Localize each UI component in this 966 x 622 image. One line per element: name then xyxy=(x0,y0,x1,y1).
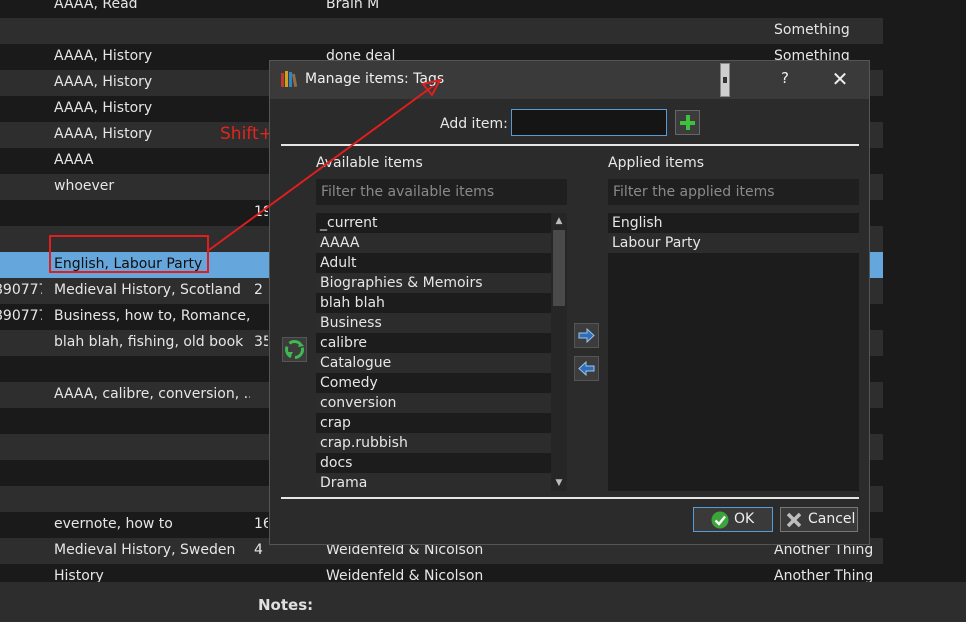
scroll-down-icon[interactable]: ▼ xyxy=(551,475,567,491)
row-tags-cell: AAAA, History xyxy=(54,74,153,90)
manage-tags-dialog: Manage items: Tags ? ✕ Add item: Availab… xyxy=(269,60,870,545)
available-list-item[interactable]: crap xyxy=(316,413,551,433)
row-tags-cell: Medieval History, Sweden xyxy=(54,542,236,558)
row-tags-cell: Business, how to, Romance,... xyxy=(54,308,250,324)
row-series-cell: Something xyxy=(774,22,850,38)
ok-button[interactable]: OK xyxy=(693,507,773,532)
checkmark-icon xyxy=(711,511,729,529)
available-list-item[interactable]: AAAA xyxy=(316,233,551,253)
table-row[interactable]: Something xyxy=(0,18,883,44)
row-id-cell: 890777 xyxy=(0,282,42,298)
row-tags-cell: evernote, how to xyxy=(54,516,173,532)
available-list-item[interactable]: calibre xyxy=(316,333,551,353)
available-items-scrollbar[interactable]: ▲ ▼ xyxy=(551,213,567,491)
available-list-item[interactable]: _current xyxy=(316,213,551,233)
cancel-x-icon xyxy=(786,512,802,528)
annotation-highlight-box xyxy=(49,235,209,273)
notes-label: Notes: xyxy=(258,596,314,614)
ok-label: OK xyxy=(734,511,755,527)
available-list-item[interactable]: Drama xyxy=(316,473,551,491)
row-count-cell: 19 xyxy=(254,204,268,220)
dialog-titlebar[interactable]: Manage items: Tags ? ✕ xyxy=(270,61,869,99)
row-tags-cell: blah blah, fishing, old book xyxy=(54,334,244,350)
row-id-cell: 890777 xyxy=(0,308,42,324)
row-count-cell: 4 xyxy=(254,542,263,558)
available-list-item[interactable]: blah blah xyxy=(316,293,551,313)
applied-items-label: Applied items xyxy=(608,155,705,171)
applied-filter-input[interactable] xyxy=(608,179,859,205)
available-list-item[interactable]: Catalogue xyxy=(316,353,551,373)
applied-items-list[interactable]: English Labour Party xyxy=(608,213,859,491)
row-count-cell: 35 xyxy=(254,334,268,350)
available-list-item[interactable]: Business xyxy=(316,313,551,333)
row-count-cell: 2 xyxy=(254,282,263,298)
arrow-right-icon xyxy=(578,327,595,344)
available-items-label: Available items xyxy=(316,155,423,171)
available-list-item[interactable]: Biographies & Memoirs xyxy=(316,273,551,293)
right-panel xyxy=(883,0,966,582)
scroll-thumb[interactable] xyxy=(553,230,565,306)
cancel-button[interactable]: Cancel xyxy=(780,507,858,532)
table-row[interactable]: AAAA, Read Brain M xyxy=(0,0,883,18)
row-tags-cell: AAAA xyxy=(54,152,94,168)
apply-item-button[interactable] xyxy=(574,323,599,348)
available-list-item[interactable]: docs xyxy=(316,453,551,473)
add-item-label: Add item: xyxy=(440,116,508,132)
resize-handle[interactable] xyxy=(720,63,730,97)
applied-list-item[interactable]: Labour Party xyxy=(608,233,859,253)
dialog-title: Manage items: Tags xyxy=(305,71,445,87)
available-filter-input[interactable] xyxy=(316,179,567,205)
unapply-item-button[interactable] xyxy=(574,356,599,381)
applied-list-item[interactable]: English xyxy=(608,213,859,233)
unused-items-button[interactable] xyxy=(282,337,307,362)
row-count-cell: 16 xyxy=(254,516,268,532)
books-icon xyxy=(281,71,298,87)
available-list-item[interactable]: conversion xyxy=(316,393,551,413)
row-tags-cell: AAAA, Read xyxy=(54,0,138,12)
available-items-list[interactable]: _current AAAA Adult Biographies & Memoirs bl… xyxy=(316,213,551,491)
row-tags-cell: AAAA, History xyxy=(54,100,153,116)
add-item-input[interactable] xyxy=(511,109,667,136)
separator-bottom xyxy=(281,497,859,499)
help-button[interactable]: ? xyxy=(775,69,795,91)
available-list-item[interactable]: Adult xyxy=(316,253,551,273)
scroll-up-icon[interactable]: ▲ xyxy=(551,213,567,229)
add-item-button[interactable] xyxy=(675,110,700,135)
row-tags-cell: AAAA, calibre, conversion, ... xyxy=(54,386,250,402)
row-tags-cell: AAAA, History xyxy=(54,48,153,64)
row-publisher-cell: Brain M xyxy=(326,0,380,12)
available-list-item[interactable]: crap.rubbish xyxy=(316,433,551,453)
available-list-item[interactable]: Comedy xyxy=(316,373,551,393)
recycle-icon xyxy=(285,340,304,359)
arrow-left-icon xyxy=(578,360,595,377)
close-button[interactable]: ✕ xyxy=(828,67,852,91)
row-tags-cell: whoever xyxy=(54,178,115,194)
cancel-label: Cancel xyxy=(808,511,856,527)
notes-bar: Notes: xyxy=(0,582,966,622)
separator-top xyxy=(281,144,859,146)
row-tags-cell: Medieval History, Scotland xyxy=(54,282,241,298)
